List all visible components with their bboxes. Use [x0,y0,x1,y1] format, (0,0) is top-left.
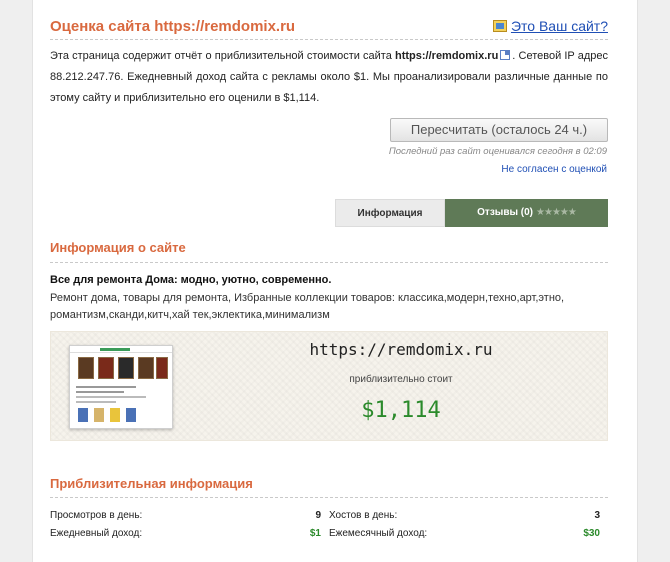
site-owner-icon [492,20,507,32]
tab-reviews-label: Отзывы (0) [477,207,534,218]
divider [50,39,608,40]
views-per-day-label: Просмотров в день: [50,510,143,521]
description-domain[interactable]: https://remdomix.ru [395,50,498,62]
header-row: Оценка сайта https://remdomix.ru Это Ваш… [50,17,608,39]
description-text-1: Эта страница содержит отчёт о приблизите… [50,50,392,62]
page-title: Оценка сайта https://remdomix.ru [50,18,296,35]
hosts-per-day-label: Хостов в день: [329,510,398,521]
valuation-label: приблизительно стоит [349,374,453,385]
divider [50,497,608,498]
disagree-link[interactable]: Не согласен с оценкой [501,164,607,175]
recalculate-button[interactable]: Пересчитать (осталось 24 ч.) [390,118,608,142]
content-panel: Оценка сайта https://remdomix.ru Это Ваш… [32,0,638,562]
own-site-link-label[interactable]: Это Ваш сайт? [511,18,608,34]
monthly-income-value: $30 [583,528,600,539]
site-name: Все для ремонта Дома: модно, уютно, совр… [50,274,332,286]
valuation-box: https://remdomix.ru приблизительно стоит… [50,331,608,441]
site-description: Ремонт дома, товары для ремонта, Избранн… [50,292,565,321]
valuation-price: $1,114 [361,398,441,423]
daily-income-label: Ежедневный доход: [50,528,143,539]
tabs: Информация Отзывы (0) ★★★★★ [335,199,608,227]
divider [50,262,608,263]
approx-info-title: Приблизительная информация [50,476,253,491]
rating-stars-icon: ★★★★★ [536,207,577,218]
site-info-title: Информация о сайте [50,240,186,255]
site-thumbnail [69,345,173,429]
daily-income-value: $1 [309,528,321,539]
stat-row: Ежедневный доход: $1 Ежемесячный доход: … [50,528,608,544]
hosts-per-day-value: 3 [594,510,600,521]
last-check-note: Последний раз сайт оценивался сегодня в … [388,146,607,157]
views-per-day-value: 9 [315,510,321,521]
own-site-link[interactable]: Это Ваш сайт? [492,18,608,34]
tab-info[interactable]: Информация [335,199,445,227]
report-description: Эта страница содержит отчёт о приблизите… [50,46,608,109]
stat-row: Просмотров в день: 9 Хостов в день: 3 [50,510,608,526]
monthly-income-label: Ежемесячный доход: [329,528,428,539]
tab-reviews[interactable]: Отзывы (0) ★★★★★ [445,199,608,227]
valuation-url: https://remdomix.ru [309,340,493,359]
external-link-icon[interactable] [500,50,511,60]
